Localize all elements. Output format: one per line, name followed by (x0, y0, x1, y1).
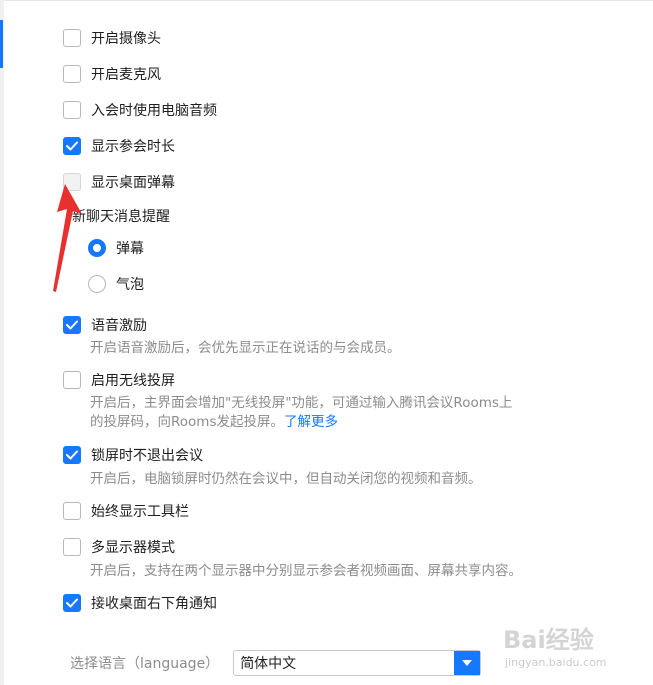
setting-multi-display[interactable]: 多显示器模式 (63, 537, 175, 557)
watermark-url: jingyan.baidu.com (505, 656, 607, 669)
toolbar-checkbox[interactable] (63, 502, 81, 520)
microphone-checkbox[interactable] (63, 65, 81, 83)
check-icon (66, 450, 78, 460)
setting-microphone[interactable]: 开启麦克风 (63, 64, 161, 84)
check-icon (66, 598, 78, 608)
setting-label: 开启摄像头 (91, 31, 161, 47)
top-divider (4, 0, 653, 1)
bubble-radio[interactable] (88, 275, 106, 293)
setting-lock-screen[interactable]: 锁屏时不退出会议 (63, 445, 203, 465)
learn-more-link[interactable]: 了解更多 (284, 414, 338, 430)
language-setting: 选择语言（language） 简体中文 (70, 650, 482, 676)
left-panel-border (0, 0, 4, 685)
lock-screen-checkbox[interactable] (63, 446, 81, 464)
setting-label: 启用无线投屏 (91, 373, 175, 389)
show-duration-checkbox[interactable] (63, 137, 81, 155)
setting-desktop-notify[interactable]: 接收桌面右下角通知 (63, 593, 217, 613)
desktop-notify-checkbox[interactable] (63, 594, 81, 612)
computer-audio-checkbox[interactable] (63, 101, 81, 119)
left-nav-active-indicator (0, 20, 3, 68)
setting-label: 始终显示工具栏 (91, 504, 189, 520)
setting-label: 显示桌面弹幕 (91, 175, 175, 191)
setting-label: 接收桌面右下角通知 (91, 596, 217, 612)
red-arrow-annotation (53, 184, 82, 292)
check-icon (66, 320, 78, 330)
setting-label: 开启麦克风 (91, 67, 161, 83)
setting-label: 锁屏时不退出会议 (91, 448, 203, 464)
camera-checkbox[interactable] (63, 29, 81, 47)
setting-label: 语音激励 (91, 318, 147, 334)
watermark-brand: Bai经验 (503, 626, 594, 654)
voice-incentive-checkbox[interactable] (63, 316, 81, 334)
language-label: 选择语言（language） (70, 656, 220, 672)
setting-wireless-projection[interactable]: 启用无线投屏 (63, 370, 175, 390)
setting-camera[interactable]: 开启摄像头 (63, 28, 161, 48)
danmaku-radio[interactable] (88, 239, 106, 257)
setting-always-show-toolbar[interactable]: 始终显示工具栏 (63, 501, 189, 521)
wireless-projection-checkbox[interactable] (63, 371, 81, 389)
setting-label: 多显示器模式 (91, 540, 175, 556)
desc-text: 的投屏码，向Rooms发起投屏。 (90, 414, 284, 430)
chat-reminder-option-danmaku[interactable]: 弹幕 (88, 238, 144, 258)
chat-reminder-option-bubble[interactable]: 气泡 (88, 274, 144, 294)
check-icon (66, 141, 78, 151)
voice-incentive-desc: 开启语音激励后，会优先显示正在说话的与会成员。 (90, 340, 401, 356)
wireless-projection-desc-line1: 开启后，主界面会增加"无线投屏"功能，可通过输入腾讯会议Rooms上 (90, 395, 513, 411)
baidu-jingyan-watermark: Bai经验 jingyan.baidu.com (503, 620, 623, 670)
wireless-projection-desc-line2: 的投屏码，向Rooms发起投屏。了解更多 (90, 412, 338, 432)
radio-label: 气泡 (116, 277, 144, 293)
setting-voice-incentive[interactable]: 语音激励 (63, 315, 147, 335)
language-select[interactable]: 简体中文 (233, 650, 482, 676)
language-select-value: 简体中文 (240, 656, 297, 672)
lock-screen-desc: 开启后，电脑锁屏时仍然在会议中，但自动关闭您的视频和音频。 (90, 471, 482, 487)
setting-label: 入会时使用电脑音频 (91, 103, 217, 119)
radio-label: 弹幕 (116, 241, 144, 257)
setting-label: 显示参会时长 (91, 139, 175, 155)
multi-display-desc: 开启后，支持在两个显示器中分别显示参会者视频画面、屏幕共享内容。 (90, 563, 522, 579)
chevron-down-icon (462, 660, 473, 666)
setting-show-duration[interactable]: 显示参会时长 (63, 136, 175, 156)
multi-display-checkbox[interactable] (63, 538, 81, 556)
setting-computer-audio[interactable]: 入会时使用电脑音频 (63, 100, 217, 120)
language-dropdown-button[interactable] (454, 651, 481, 675)
